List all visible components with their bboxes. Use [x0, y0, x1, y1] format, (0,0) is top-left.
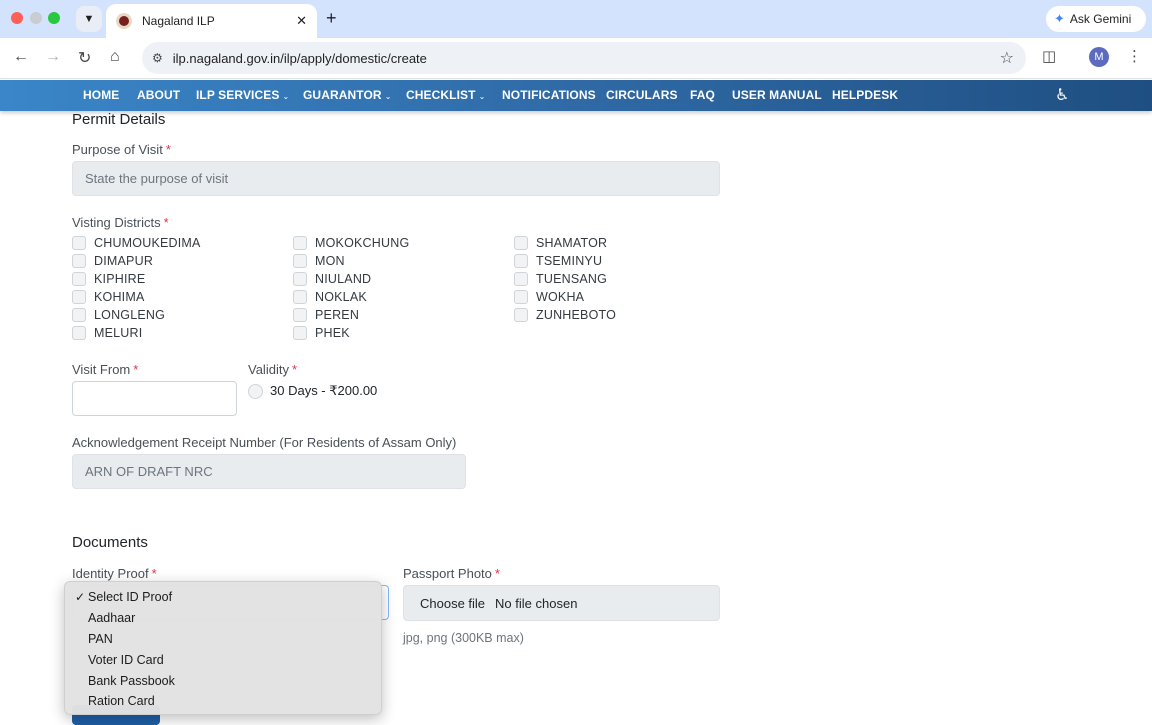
validity-label: Validity *	[248, 362, 298, 377]
site-navigation: HOME ABOUT ILP SERVICES ⌄ GUARANTOR ⌄ CHEC…	[0, 80, 1152, 111]
ack-receipt-label: Acknowledgement Receipt Number (For Resi…	[72, 435, 457, 450]
profile-avatar[interactable]: M	[1089, 47, 1109, 67]
nav-user-manual[interactable]: USER MANUAL	[732, 88, 822, 102]
ask-gemini-label: Ask Gemini	[1069, 12, 1132, 26]
validity-30-days-radio[interactable]	[248, 384, 263, 399]
dropdown-option[interactable]: ✓ Select ID Proof	[65, 587, 381, 608]
visit-from-label: Visit From *	[72, 362, 139, 377]
district-checkbox[interactable]: WOKHA	[514, 290, 584, 304]
site-favicon-icon	[116, 13, 132, 29]
district-checkbox[interactable]: CHUMOUKEDIMA	[72, 236, 201, 250]
forward-arrow-icon[interactable]: →	[45, 48, 61, 66]
district-checkbox[interactable]: MELURI	[72, 326, 142, 340]
accessibility-icon[interactable]: ♿	[1055, 85, 1069, 105]
district-checkbox[interactable]: MON	[293, 254, 345, 268]
purpose-of-visit-label: Purpose of Visit *	[72, 142, 171, 157]
browser-toolbar: ← → ↻ ⌂ ⚙ ilp.nagaland.gov.in/ilp/apply/…	[0, 38, 1152, 79]
district-checkbox[interactable]: TSEMINYU	[514, 254, 602, 268]
choose-file-button[interactable]: Choose file	[404, 586, 495, 620]
ack-receipt-input[interactable]: ARN OF DRAFT NRC	[72, 454, 466, 489]
nav-faq[interactable]: FAQ	[690, 88, 715, 102]
district-checkbox[interactable]: TUENSANG	[514, 272, 607, 286]
identity-proof-dropdown: ✓ Select ID Proof Aadhaar PAN Voter ID Ca…	[64, 581, 382, 715]
district-checkbox[interactable]: PEREN	[293, 308, 359, 322]
nav-helpdesk[interactable]: HELPDESK	[832, 88, 898, 102]
district-checkbox[interactable]: KOHIMA	[72, 290, 145, 304]
url-text: ilp.nagaland.gov.in/ilp/apply/domestic/c…	[172, 50, 427, 66]
nav-notifications[interactable]: NOTIFICATIONS	[502, 88, 596, 102]
dropdown-option[interactable]: Bank Passbook	[65, 670, 381, 691]
chevron-down-icon: ⌄	[282, 92, 290, 101]
nav-guarantor[interactable]: GUARANTOR ⌄	[303, 88, 392, 102]
validity-option-label: 30 Days - ₹200.00	[270, 383, 378, 398]
district-checkbox[interactable]: KIPHIRE	[72, 272, 145, 286]
district-checkbox[interactable]: NIULAND	[293, 272, 371, 286]
documents-heading: Documents	[72, 534, 148, 551]
file-status-text: No file chosen	[495, 595, 578, 611]
browser-tab-bar: ▼ Nagaland ILP ✕ + ✦ Ask Gemini	[0, 0, 1152, 38]
extensions-puzzle-icon[interactable]: ◫	[1042, 47, 1056, 65]
minimize-window-button[interactable]	[30, 12, 42, 24]
home-icon[interactable]: ⌂	[110, 48, 120, 66]
district-checkbox[interactable]: MOKOKCHUNG	[293, 236, 409, 250]
dropdown-option[interactable]: PAN	[65, 629, 381, 650]
chevron-down-icon: ⌄	[384, 92, 392, 101]
ask-gemini-button[interactable]: ✦ Ask Gemini	[1046, 6, 1146, 32]
nav-circulars[interactable]: CIRCULARS	[606, 88, 678, 102]
new-tab-button[interactable]: +	[326, 8, 337, 29]
dropdown-option[interactable]: Voter ID Card	[65, 649, 381, 670]
nav-checklist[interactable]: CHECKLIST ⌄	[406, 88, 485, 102]
district-checkbox[interactable]: NOKLAK	[293, 290, 367, 304]
close-window-button[interactable]	[11, 12, 23, 24]
district-checkbox[interactable]: PHEK	[293, 326, 350, 340]
district-checkbox[interactable]: SHAMATOR	[514, 236, 607, 250]
district-checkbox[interactable]: LONGLENG	[72, 308, 165, 322]
checkmark-icon: ✓	[74, 590, 85, 605]
browser-menu-icon[interactable]: ⋮	[1127, 47, 1142, 65]
photo-format-hint: jpg, png (300KB max)	[403, 631, 524, 645]
dropdown-option[interactable]: Ration Card	[65, 691, 381, 712]
passport-photo-label: Passport Photo *	[403, 566, 500, 581]
chevron-down-icon: ▼	[83, 13, 95, 25]
gemini-icon: ✦	[1054, 11, 1065, 26]
browser-tab[interactable]: Nagaland ILP ✕	[106, 4, 317, 38]
permit-details-heading: Permit Details	[72, 111, 166, 128]
identity-proof-label: Identity Proof *	[72, 566, 157, 581]
tab-title: Nagaland ILP	[142, 14, 215, 28]
purpose-of-visit-input[interactable]: State the purpose of visit	[72, 161, 720, 196]
nav-about[interactable]: ABOUT	[137, 88, 180, 102]
site-info-icon[interactable]: ⚙	[152, 51, 163, 65]
tab-search-button[interactable]: ▼	[76, 6, 102, 32]
visit-from-date-input[interactable]	[72, 381, 237, 416]
district-checkbox[interactable]: ZUNHEBOTO	[514, 308, 616, 322]
reload-icon[interactable]: ↻	[78, 48, 91, 68]
maximize-window-button[interactable]	[48, 12, 60, 24]
nav-home[interactable]: HOME	[83, 88, 119, 102]
nav-ilp-services[interactable]: ILP SERVICES ⌄	[196, 88, 289, 102]
chevron-down-icon: ⌄	[478, 92, 486, 101]
visiting-districts-label: Visting Districts *	[72, 215, 169, 230]
close-tab-icon[interactable]: ✕	[296, 13, 307, 29]
district-checkbox[interactable]: DIMAPUR	[72, 254, 153, 268]
dropdown-option[interactable]: Aadhaar	[65, 608, 381, 629]
address-bar[interactable]: ⚙ ilp.nagaland.gov.in/ilp/apply/domestic…	[142, 42, 1026, 74]
bookmark-star-icon[interactable]: ☆	[1000, 48, 1014, 68]
passport-photo-file-input[interactable]: Choose file No file chosen	[403, 585, 720, 621]
back-arrow-icon[interactable]: ←	[13, 48, 29, 66]
